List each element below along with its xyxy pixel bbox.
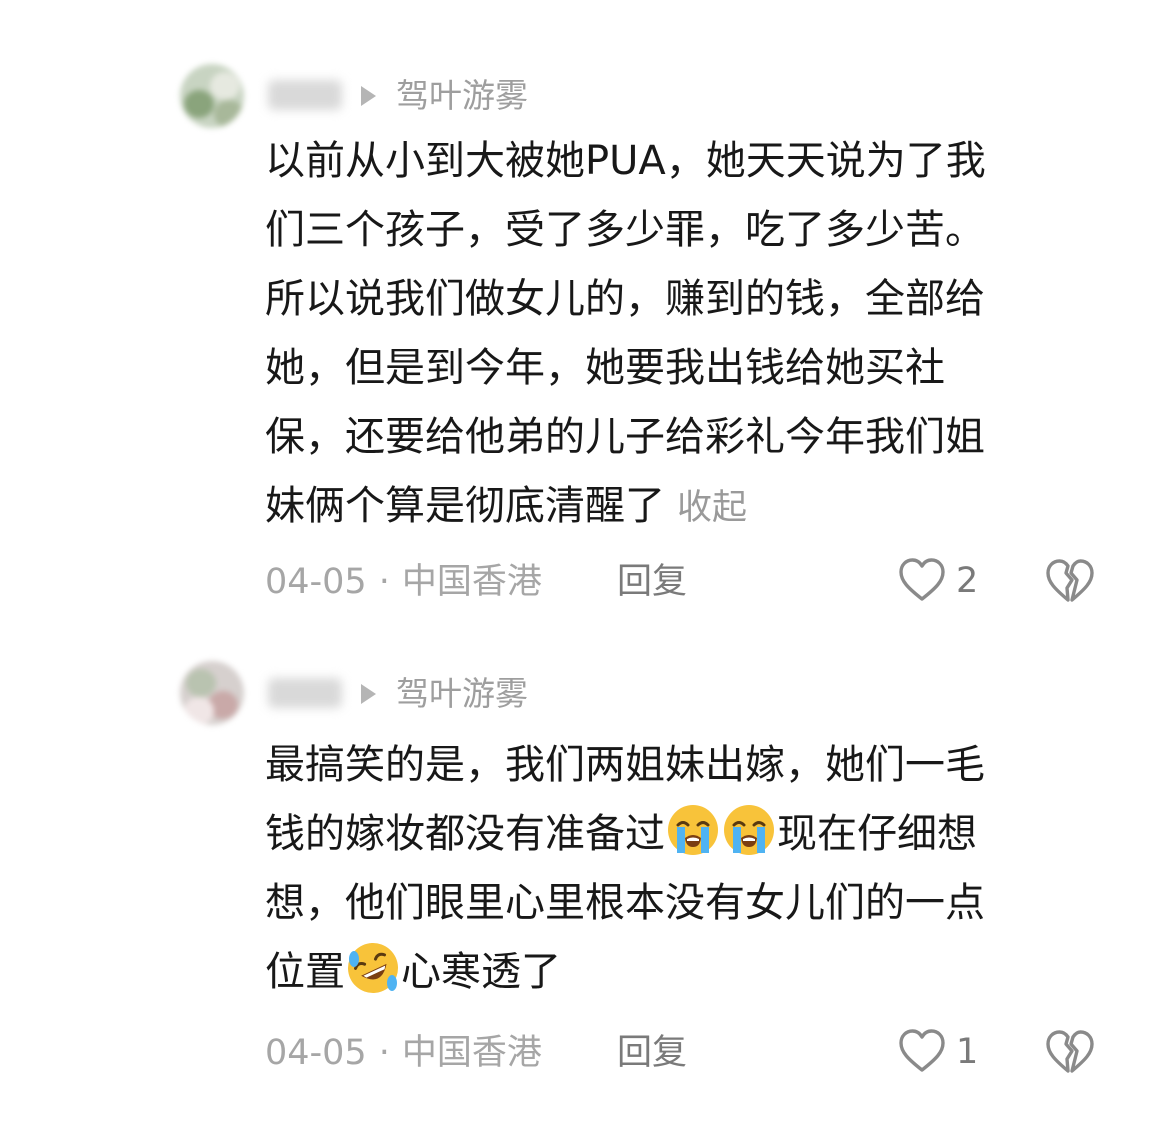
comment-text-line: 所以说我们做女儿的，赚到的钱，全部给 [265,276,985,322]
reply-to-username[interactable]: 驾叶游雾 [396,674,528,714]
play-arrow-icon [361,684,376,704]
dislike-button[interactable] [1045,1029,1095,1079]
heart-outline-icon [899,1029,945,1072]
comment-text-line: 钱的嫁妆都没有准备过 现在仔细想 [265,800,1085,869]
comment-text-line: 保，还要给他弟的儿子给彩礼今年我们姐 [265,414,985,460]
avatar[interactable] [180,64,244,128]
heart-outline-icon [899,558,945,601]
comment-text-line: 位置 心寒透了 [265,938,1085,1007]
reply-button[interactable]: 回复 [617,560,687,604]
username[interactable] [268,678,342,708]
comment-date: 04-05 [265,1033,367,1073]
comment-text-line: 最搞笑的是，我们两姐妹出嫁，她们一毛 [265,742,985,788]
like-count: 2 [956,561,979,601]
comment-text: 以前从小到大被她PUA，她天天说为了我 们三个孩子，受了多少罪，吃了多少苦。 所… [265,127,1085,541]
comment-text: 最搞笑的是，我们两姐妹出嫁，她们一毛 钱的嫁妆都没有准备过 现在仔细想 想，他们… [265,731,1085,1007]
broken-heart-icon [1046,559,1094,602]
comment-date: 04-05 [265,562,367,602]
comment-location: 中国香港 [401,1033,542,1073]
comment-text-line: 她，但是到今年，她要我出钱给她买社 [265,345,945,391]
reply-button[interactable]: 回复 [617,1031,687,1075]
play-arrow-icon [361,86,376,106]
comment-text-line: 想，他们眼里心里根本没有女儿们的一点 [265,880,985,926]
rolling-laughing-emoji [348,943,398,993]
comment-text-fragment: 钱的嫁妆都没有准备过 [265,811,665,857]
comment-location: 中国香港 [401,562,542,602]
comment-text-fragment: 妹俩个算是彻底清醒了 [265,483,665,529]
reply-to-username[interactable]: 驾叶游雾 [396,76,528,116]
avatar[interactable] [180,661,244,725]
comment-meta: 04-05 · 中国香港 回复 [265,1031,687,1075]
loudly-crying-emoji [724,805,774,855]
comment-meta: 04-05 · 中国香港 回复 [265,560,687,604]
meta-separator: · [378,1033,390,1073]
broken-heart-icon [1046,1030,1094,1073]
like-count: 1 [956,1032,979,1072]
dislike-button[interactable] [1045,558,1095,608]
meta-separator: · [378,562,390,602]
comment-text-line: 们三个孩子，受了多少罪，吃了多少苦。 [265,207,985,253]
collapse-link[interactable]: 收起 [677,488,747,528]
loudly-crying-emoji [668,805,718,855]
comment-text-line-last: 妹俩个算是彻底清醒了 收起 [265,472,1085,541]
username[interactable] [268,80,342,110]
comment-text-fragment: 位置 [265,949,345,995]
comment-text-fragment: 现在仔细想 [777,811,977,857]
comment-text-fragment: 心寒透了 [401,949,561,995]
comment-text-line: 以前从小到大被她PUA，她天天说为了我 [265,138,986,184]
